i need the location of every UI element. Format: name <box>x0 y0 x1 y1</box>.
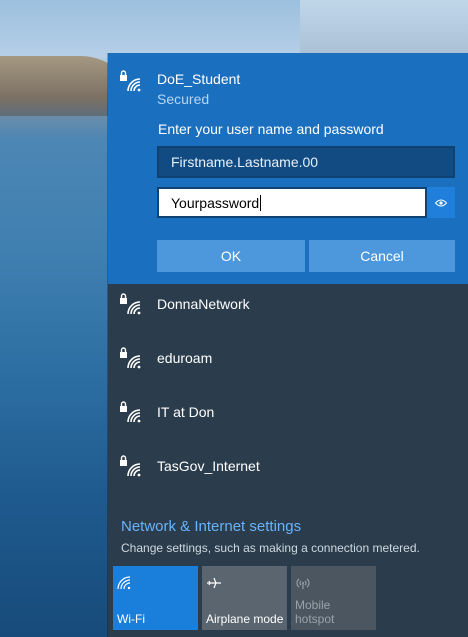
wifi-icon <box>117 576 131 590</box>
username-field[interactable]: Firstname.Lastname.00 <box>157 146 455 178</box>
wifi-secured-icon <box>120 347 141 369</box>
network-name: DonnaNetwork <box>157 296 250 312</box>
network-settings-description: Change settings, such as making a connec… <box>121 541 420 555</box>
selected-network-name[interactable]: DoE_Student <box>157 71 240 87</box>
airplane-mode-tile[interactable]: Airplane mode <box>202 566 287 630</box>
wifi-toggle-tile[interactable]: Wi-Fi <box>113 566 198 630</box>
wifi-secured-icon <box>120 455 141 477</box>
mobile-hotspot-tile[interactable]: Mobile hotspot <box>291 566 376 630</box>
network-name: eduroam <box>157 350 213 366</box>
wifi-secured-icon <box>120 293 141 315</box>
network-name: IT at Don <box>157 404 215 420</box>
password-value: Yourpassword <box>171 194 260 211</box>
cancel-button[interactable]: Cancel <box>309 240 455 272</box>
text-caret <box>260 194 262 211</box>
mobile-hotspot-label-line2: hotspot <box>295 612 335 626</box>
mobile-hotspot-icon <box>296 578 310 589</box>
eye-icon <box>435 199 447 206</box>
network-settings-link[interactable]: Network & Internet settings <box>121 518 301 535</box>
wifi-secured-icon <box>120 70 141 92</box>
ok-button[interactable]: OK <box>157 240 305 272</box>
wifi-secured-icon <box>120 401 141 423</box>
mobile-hotspot-tile-label: Mobile hotspot <box>295 598 334 626</box>
wallpaper-distant-land <box>300 0 468 55</box>
credentials-prompt: Enter your user name and password <box>158 121 384 137</box>
network-name: TasGov_Internet <box>157 458 260 474</box>
username-value: Firstname.Lastname.00 <box>171 154 319 170</box>
mobile-hotspot-label-line1: Mobile <box>295 598 331 612</box>
airplane-icon <box>207 577 221 589</box>
airplane-tile-label: Airplane mode <box>206 612 284 626</box>
password-field[interactable]: Yourpassword <box>157 187 427 218</box>
selected-network-status: Secured <box>157 91 210 107</box>
reveal-password-button[interactable] <box>427 187 455 218</box>
wifi-tile-label: Wi-Fi <box>117 612 145 626</box>
